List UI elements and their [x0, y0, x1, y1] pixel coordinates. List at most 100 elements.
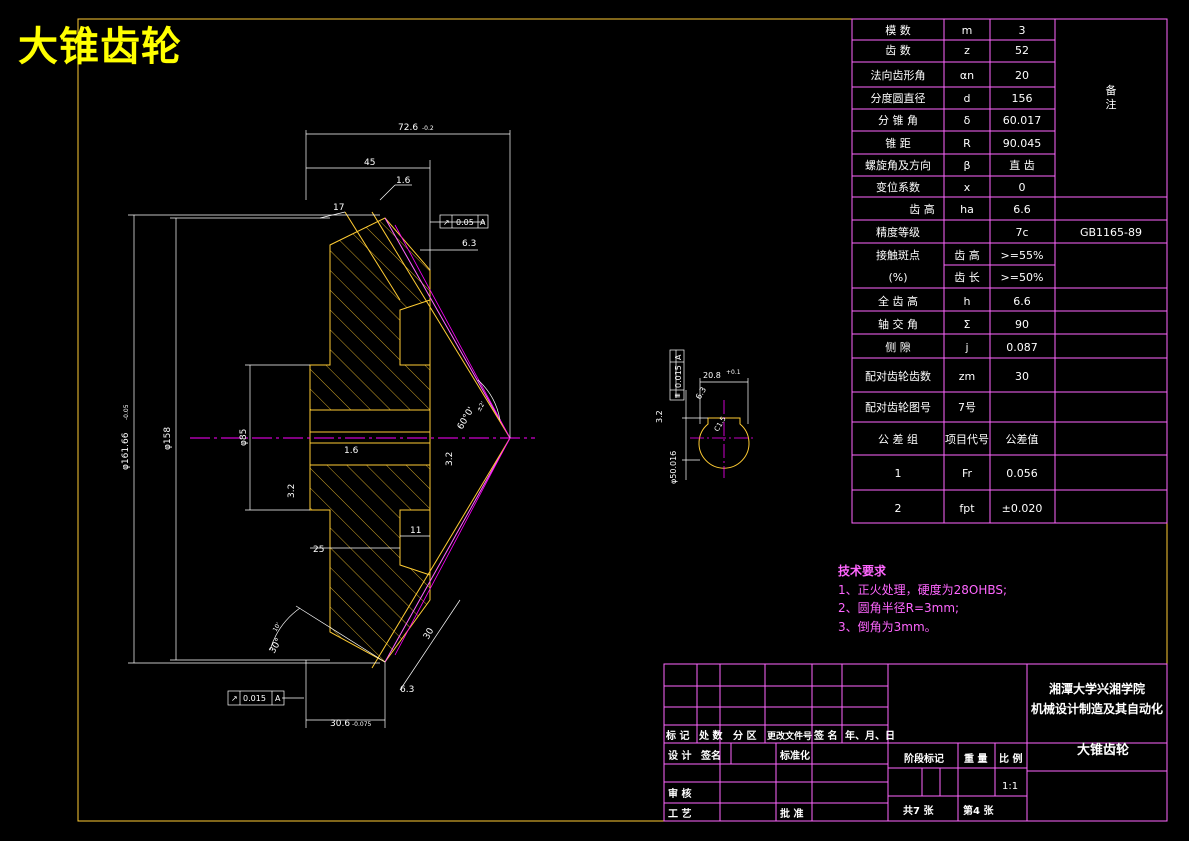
bore-lower	[309, 442, 431, 466]
rough-6-3-bottom: 6.3	[400, 685, 414, 695]
param-symbol: x	[964, 181, 971, 194]
param-symbol: 7号	[958, 401, 976, 414]
dim-45: 45	[364, 158, 375, 168]
tb-standardize: 标准化	[779, 749, 810, 762]
param-symbol: fpt	[959, 502, 975, 515]
param-symbol: αn	[960, 69, 974, 82]
dim-158: φ158	[163, 427, 173, 450]
tb-part-name: 大锥齿轮	[1077, 742, 1129, 758]
param-value: 7c	[1015, 226, 1028, 239]
param-symbol: δ	[964, 114, 971, 127]
gear-body-lower	[309, 464, 431, 663]
tb-ratio: 比 例	[999, 752, 1022, 765]
dim-30-6: 30.6	[330, 719, 350, 729]
dim-cone-angle-tol: ±2'	[476, 400, 487, 413]
tb-process: 工 艺	[668, 807, 691, 820]
param-name: 模 数	[885, 24, 911, 37]
param-value: 0	[1019, 181, 1026, 194]
tb-scale-value: 1:1	[1002, 781, 1018, 792]
dim-17: 17	[333, 203, 344, 213]
svg-text:A: A	[480, 218, 486, 227]
param-symbol: d	[964, 92, 971, 105]
param-name: 全 齿 高	[878, 294, 918, 308]
param-symbol: β	[963, 159, 970, 172]
param-value: >=55%	[1001, 249, 1044, 262]
dim-overall-length: 72.6	[398, 123, 418, 133]
tech-note-1: 1、正火处理，硬度为28OHBS;	[838, 582, 1008, 597]
param-symbol: h	[964, 295, 971, 308]
param-value: 60.017	[1003, 114, 1042, 127]
param-symbol: z	[964, 44, 970, 57]
param-name: 公 差 组	[878, 432, 918, 446]
dim-back-angle-tol: 10'	[272, 621, 283, 633]
param-name: 法向齿形角	[871, 68, 926, 82]
param-name: 齿 数	[885, 44, 911, 57]
dim-bore-dia: φ85	[239, 429, 249, 446]
param-value: 公差值	[1006, 432, 1039, 446]
param-symbol: zm	[959, 370, 976, 383]
tb-stage-mark: 阶段标记	[904, 752, 944, 765]
param-note: GB1165-89	[1080, 226, 1142, 239]
dim-25: 25	[313, 545, 324, 555]
rough-3-2-right: 3.2	[445, 452, 455, 466]
keyway-view: ≡ 0.015 A 20.8 +0.1 3.2 6.3 φ50.016 C1.5	[655, 349, 755, 484]
hdr-mark: 标 记	[665, 729, 689, 742]
param-value: 0.087	[1006, 341, 1038, 354]
svg-text:3.2: 3.2	[655, 410, 664, 423]
param-name: 螺旋角及方向	[865, 158, 931, 172]
tech-note-3: 3、倒角为3mm。	[838, 619, 937, 634]
param-value: 0.056	[1006, 467, 1038, 480]
param-name: 配对齿轮图号	[865, 400, 931, 414]
param-name: 配对齿轮齿数	[865, 369, 931, 383]
remark-label: 备注	[1106, 83, 1117, 111]
param-name: 侧 隙	[885, 340, 911, 354]
svg-text:0.05: 0.05	[456, 218, 474, 227]
param-symbol: Σ	[964, 318, 971, 331]
param-value: 3	[1019, 24, 1026, 37]
param-value: 20	[1015, 69, 1029, 82]
tb-sheets-total: 共7 张	[903, 804, 934, 817]
svg-text:0.015: 0.015	[674, 365, 683, 388]
tb-approve: 批 准	[780, 807, 803, 820]
param-name: 锥 距	[885, 137, 911, 150]
param-symbol: 齿 长	[954, 271, 980, 284]
dim-11: 11	[410, 526, 421, 536]
param-name: 分度圆直径	[871, 91, 926, 105]
tb-review: 审 核	[668, 787, 691, 800]
svg-text:6.3: 6.3	[694, 385, 708, 401]
dim-30-6-tol: -0.075	[352, 721, 372, 728]
param-name: 齿 高	[909, 202, 935, 216]
param-symbol: Fr	[962, 467, 973, 480]
runout-frame-bottom: ↗ 0.015 A	[227, 690, 285, 706]
param-symbol: 项目代号	[945, 433, 989, 446]
svg-text:0.015: 0.015	[243, 694, 266, 703]
param-value: 90	[1015, 318, 1029, 331]
dim-outer-dia-tol: -0.05	[123, 404, 130, 420]
rough-1-6-top: 1.6	[396, 176, 411, 186]
svg-text:A: A	[674, 354, 683, 360]
param-table: 模 数 m 3齿 数 z 52法向齿形角 αn 20分度圆直径 d 156分 锥 角 δ 60.01…	[865, 24, 1142, 515]
dim-back-angle: 30°	[268, 637, 285, 656]
param-name: 接触斑点	[876, 248, 920, 262]
tb-sheet-no: 第4 张	[963, 804, 994, 817]
tb-design: 设 计	[668, 749, 691, 762]
param-name: (%)	[888, 271, 907, 284]
bore-upper	[309, 409, 431, 433]
param-symbol: 齿 高	[954, 248, 980, 262]
param-symbol: R	[963, 137, 971, 150]
dim-cone-angle: 60°0'	[456, 406, 477, 432]
param-symbol: ha	[960, 203, 974, 216]
tb-weight: 重 量	[964, 752, 987, 765]
param-name: 2	[895, 502, 902, 515]
svg-text:+0.1: +0.1	[726, 369, 741, 376]
param-value: 直 齿	[1009, 158, 1035, 172]
tech-notes: 技术要求 1、正火处理，硬度为28OHBS; 2、圆角半径R=3mm; 3、倒角…	[838, 562, 1007, 636]
section-view	[128, 130, 535, 728]
drawing-title: 大锥齿轮	[18, 24, 182, 70]
param-value: 90.045	[1003, 137, 1042, 150]
param-symbol: j	[964, 341, 968, 354]
gear-body-upper	[309, 217, 431, 411]
dim-keyway-width: 20.8	[703, 371, 721, 380]
rough-3-2-left: 3.2	[287, 484, 297, 498]
tech-note-2: 2、圆角半径R=3mm;	[838, 601, 960, 615]
